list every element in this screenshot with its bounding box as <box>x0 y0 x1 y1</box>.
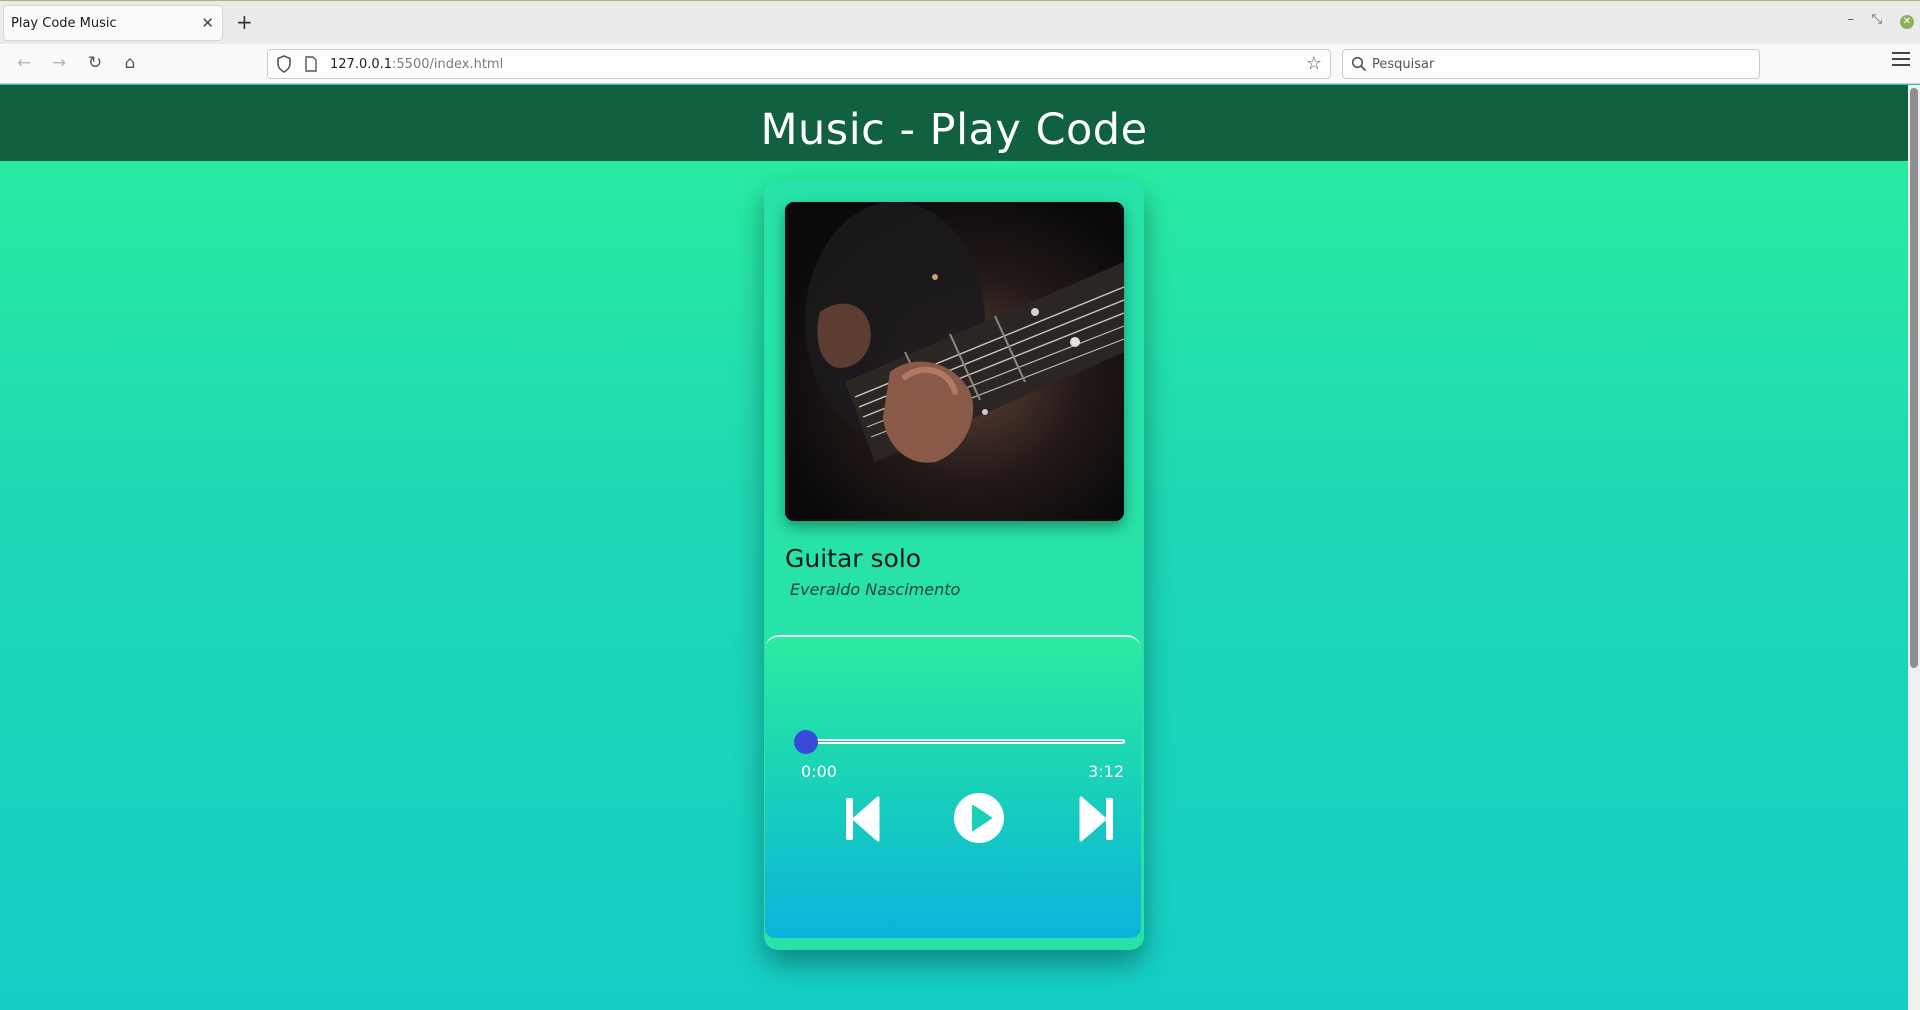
home-icon[interactable]: ⌂ <box>118 51 142 75</box>
music-player-card: Guitar solo Everaldo Nascimento 0:00 3:1… <box>764 180 1144 950</box>
restore-icon[interactable]: ⤡ <box>1872 12 1882 27</box>
url-text[interactable]: 127.0.0.1:5500/index.html <box>330 57 503 72</box>
url-host: 127.0.0.1 <box>330 57 393 72</box>
page-viewport: Music - Play Code Guitar solo Everaldo N… <box>0 85 1908 1010</box>
page-header: Music - Play Code <box>0 85 1908 161</box>
play-icon[interactable] <box>953 792 1005 844</box>
tab-title: Play Code Music <box>11 16 117 31</box>
shield-icon[interactable] <box>276 55 292 73</box>
url-path: :5500/index.html <box>392 57 504 72</box>
browser-tab-bar: Play Code Music ✕ + – ⤡ ✕ <box>0 0 1920 44</box>
back-icon[interactable]: ← <box>12 51 36 75</box>
minimize-icon[interactable]: – <box>1848 12 1855 27</box>
close-tab-icon[interactable]: ✕ <box>201 14 214 32</box>
song-artist: Everaldo Nascimento <box>790 580 961 599</box>
current-time: 0:00 <box>801 762 837 781</box>
search-input[interactable]: Pesquisar <box>1342 49 1760 79</box>
window-close-icon[interactable]: ✕ <box>1900 15 1914 29</box>
duration-time: 3:12 <box>1088 762 1124 781</box>
previous-icon[interactable] <box>844 795 880 843</box>
progress-bar[interactable] <box>807 739 1125 744</box>
bookmark-star-icon[interactable]: ☆ <box>1306 53 1322 74</box>
new-tab-icon[interactable]: + <box>236 10 253 34</box>
hamburger-menu-icon[interactable] <box>1892 52 1910 70</box>
browser-tab[interactable]: Play Code Music ✕ <box>3 5 223 41</box>
song-title: Guitar solo <box>785 544 922 573</box>
browser-nav-bar: ← → ↻ ⌂ 127.0.0.1:5500/index.html ☆ Pesq… <box>0 44 1920 84</box>
guitar-photo-icon <box>785 202 1124 521</box>
album-cover-image <box>785 202 1124 521</box>
page-title: Music - Play Code <box>760 105 1148 155</box>
progress-handle[interactable] <box>794 730 818 754</box>
search-icon <box>1351 56 1367 72</box>
next-icon[interactable] <box>1079 795 1115 843</box>
page-icon <box>305 56 317 72</box>
scrollbar-thumb[interactable] <box>1910 88 1918 668</box>
search-placeholder: Pesquisar <box>1372 57 1435 72</box>
address-bar[interactable]: 127.0.0.1:5500/index.html ☆ <box>267 49 1331 79</box>
reload-icon[interactable]: ↻ <box>83 51 107 75</box>
player-controls-panel: 0:00 3:12 <box>765 635 1141 938</box>
forward-icon[interactable]: → <box>47 51 71 75</box>
